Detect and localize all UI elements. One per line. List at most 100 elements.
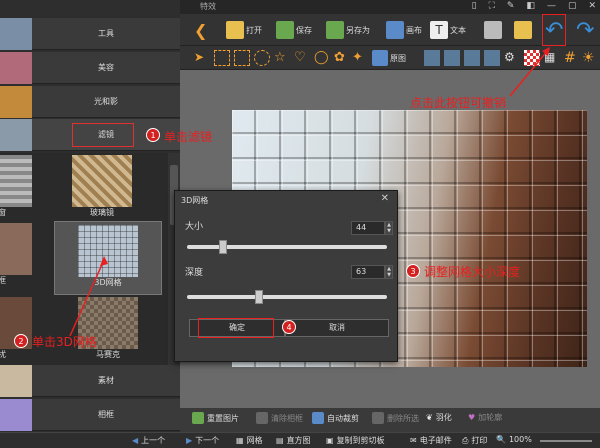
auto-crop-label: 自动裁剪 bbox=[327, 413, 359, 423]
save-as-button[interactable]: 另存为 bbox=[326, 17, 370, 43]
rect-select-icon[interactable] bbox=[214, 50, 230, 66]
depth-slider[interactable] bbox=[187, 290, 387, 304]
grid-label: 网格 bbox=[246, 436, 263, 445]
wrench-icon[interactable]: ⚙ bbox=[504, 50, 520, 66]
size-slider[interactable] bbox=[187, 240, 387, 254]
redo-icon: ↷ bbox=[576, 17, 595, 43]
size-slider-knob[interactable] bbox=[219, 240, 227, 254]
next-label: 下一个 bbox=[195, 436, 220, 445]
star-select-icon[interactable]: ☆ bbox=[274, 50, 290, 66]
canvas-icon bbox=[386, 21, 404, 39]
dialog-close-icon[interactable]: ✕ bbox=[381, 193, 389, 204]
depth-stepper[interactable]: ▲ ▼ bbox=[385, 265, 393, 279]
hash-icon[interactable]: # bbox=[564, 50, 580, 66]
category-light-shadow[interactable]: 光和影 bbox=[0, 86, 180, 118]
heart-icon: ♥ bbox=[468, 413, 476, 422]
next-button[interactable]: ▶ 下一个 bbox=[186, 435, 219, 446]
minimize-button[interactable]: — bbox=[547, 1, 556, 11]
print-status-button[interactable]: ⎙ 打印 bbox=[462, 435, 487, 446]
ellipse-select-icon[interactable] bbox=[254, 50, 270, 66]
filter-label: 框 bbox=[0, 276, 6, 285]
size-input[interactable]: 44 bbox=[351, 221, 385, 235]
filter-thumb bbox=[78, 225, 138, 277]
feather-icon: ❦ bbox=[426, 413, 433, 422]
reset-image-button[interactable]: 重置图片 bbox=[192, 412, 239, 424]
back-button[interactable]: ❮ bbox=[194, 17, 207, 43]
prev-button[interactable]: ◀ 上一个 bbox=[132, 435, 165, 446]
mail-button[interactable] bbox=[514, 17, 532, 43]
redo-button[interactable]: ↷ bbox=[576, 17, 594, 43]
main-toolbar: ❮ 打开 保存 另存为 画布 T 文本 ↶ ↷ bbox=[180, 14, 600, 46]
save-button[interactable]: 保存 bbox=[276, 17, 312, 43]
print-label: 打印 bbox=[471, 436, 488, 445]
email-label: 电子邮件 bbox=[419, 436, 452, 445]
title-bar: 特效 ▯ ⛶ ✎ ◧ — ▢ ✕ bbox=[180, 0, 600, 14]
depth-input[interactable]: 63 bbox=[351, 265, 385, 279]
email-icon: ✉ bbox=[410, 436, 417, 445]
annotation-undo-tip: 点击此按钮可撤销 bbox=[410, 96, 507, 110]
filter-window[interactable]: 窗 bbox=[0, 155, 34, 218]
magic-wand-icon[interactable]: ✦ bbox=[352, 50, 368, 66]
email-button[interactable]: ✉ 电子邮件 bbox=[410, 435, 452, 446]
polygon-select-icon[interactable]: ◯ bbox=[314, 50, 330, 66]
maximize-button[interactable]: ▢ bbox=[568, 1, 577, 11]
cancel-button[interactable]: 取消 bbox=[285, 319, 389, 337]
print-button[interactable] bbox=[484, 17, 502, 43]
minimize-mode-icon[interactable]: ▯ bbox=[472, 1, 477, 11]
size-label: 大小 bbox=[185, 222, 204, 232]
size-stepper[interactable]: ▲ ▼ bbox=[385, 221, 393, 235]
grid-toggle[interactable]: ▦ 网格 bbox=[236, 435, 263, 446]
filter-label: 玻璃镜 bbox=[90, 208, 114, 217]
filter-frame[interactable]: 框 bbox=[0, 223, 34, 286]
filter-mosaic[interactable]: 马赛克 bbox=[76, 297, 140, 360]
canvas-button[interactable]: 画布 bbox=[386, 17, 422, 43]
sun-icon[interactable]: ☀ bbox=[582, 50, 598, 66]
lasso-icon[interactable]: ✿ bbox=[334, 50, 350, 66]
filter-noise[interactable]: 扰 bbox=[0, 297, 34, 360]
auto-crop-button[interactable]: 自动裁剪 bbox=[312, 412, 359, 424]
transparency-icon[interactable] bbox=[524, 50, 540, 66]
text-button[interactable]: T 文本 bbox=[430, 17, 466, 43]
category-label: 光和影 bbox=[94, 97, 118, 106]
category-label: 工具 bbox=[98, 29, 114, 38]
split-view-icon[interactable] bbox=[444, 50, 460, 66]
histogram-label: 直方图 bbox=[286, 436, 311, 445]
histogram-button[interactable]: ▤ 直方图 bbox=[276, 435, 311, 446]
original-button[interactable]: 原图 bbox=[372, 48, 406, 68]
zoom-control[interactable]: 🔍 100% bbox=[496, 435, 532, 444]
delete-selection-button[interactable]: 删除所选 bbox=[372, 412, 419, 424]
filter-glass[interactable]: 玻璃镜 bbox=[70, 155, 134, 218]
close-button[interactable]: ✕ bbox=[588, 1, 596, 11]
skin-icon[interactable]: ◧ bbox=[526, 1, 535, 11]
zoom-in-icon[interactable] bbox=[484, 50, 500, 66]
open-button[interactable]: 打开 bbox=[226, 17, 262, 43]
pen-icon[interactable]: ✎ bbox=[507, 1, 515, 11]
category-tools[interactable]: 工具 bbox=[0, 18, 180, 50]
category-frame[interactable]: 相框 bbox=[0, 399, 180, 431]
fullscreen-icon[interactable]: ⛶ bbox=[489, 1, 495, 11]
depth-slider-knob[interactable] bbox=[255, 290, 263, 304]
heart-select-icon[interactable]: ♡ bbox=[294, 50, 310, 66]
feather-button[interactable]: ❦ 羽化 bbox=[426, 412, 452, 423]
category-label: 美容 bbox=[98, 63, 114, 72]
rounded-select-icon[interactable] bbox=[234, 50, 250, 66]
grid-icon[interactable]: ▦ bbox=[544, 50, 560, 66]
text-icon: T bbox=[430, 21, 448, 39]
undo-button[interactable]: ↶ bbox=[542, 14, 567, 46]
category-thumb bbox=[0, 119, 32, 151]
zoom-slider[interactable] bbox=[540, 440, 592, 442]
add-border-button[interactable]: ♥ 加轮廓 bbox=[468, 412, 502, 423]
filter-3d-grid[interactable]: 3D网格 bbox=[54, 221, 162, 295]
category-material[interactable]: 素材 bbox=[0, 365, 180, 397]
annotation-highlight-box bbox=[72, 123, 134, 147]
copy-clipboard-button[interactable]: ▣ 复制到剪切板 bbox=[326, 435, 385, 446]
category-thumb bbox=[0, 365, 32, 397]
zoom-fit-icon[interactable] bbox=[464, 50, 480, 66]
clear-frame-button[interactable]: 清除相框 bbox=[256, 412, 303, 424]
category-beauty[interactable]: 美容 bbox=[0, 52, 180, 84]
compare-icon[interactable] bbox=[424, 50, 440, 66]
feather-label: 羽化 bbox=[435, 413, 452, 422]
mail-icon bbox=[514, 21, 532, 39]
pointer-icon[interactable]: ➤ bbox=[194, 50, 210, 66]
clear-frame-icon bbox=[256, 412, 268, 424]
